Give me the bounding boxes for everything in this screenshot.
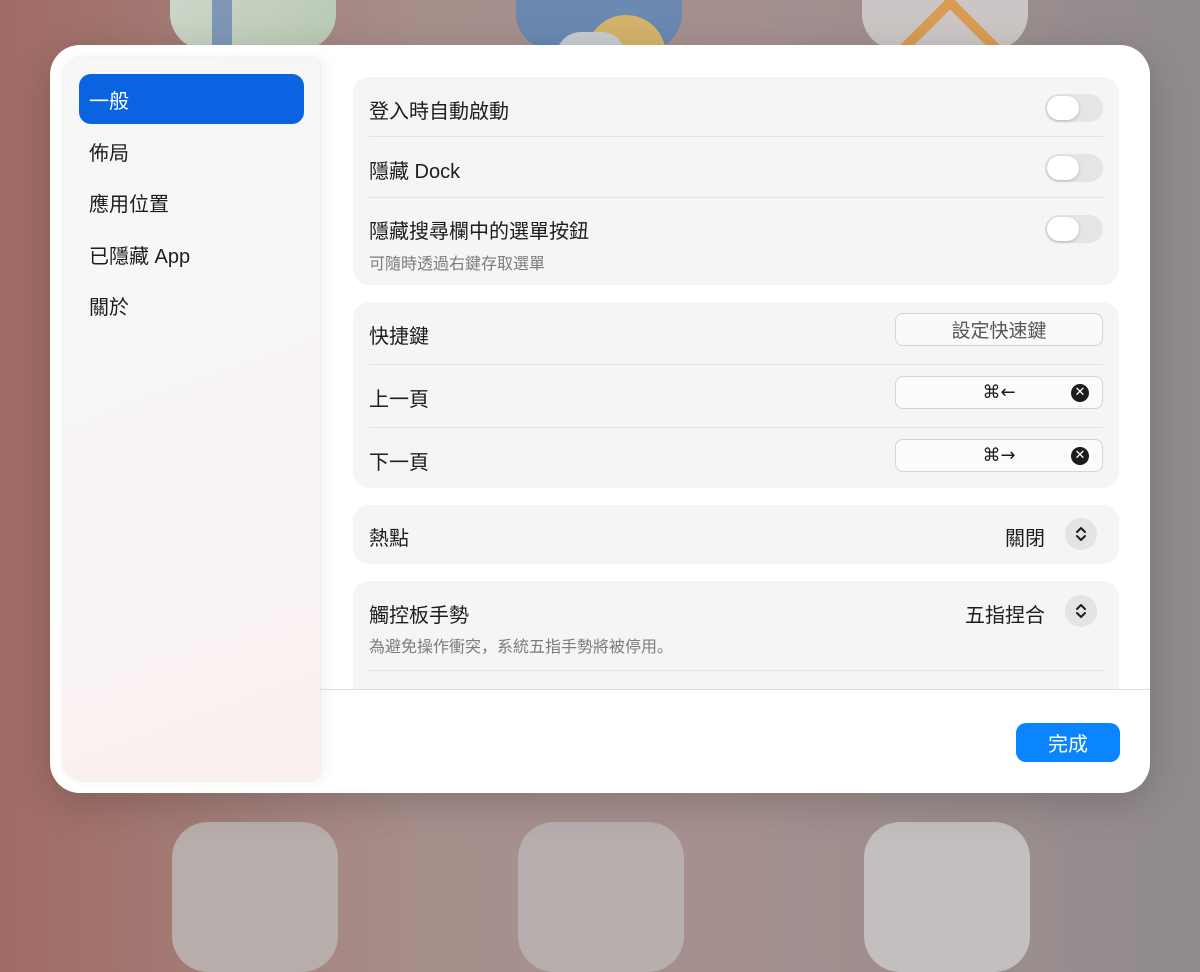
maps-app-icon: [170, 0, 336, 50]
hot-corners-group: 熱點 關閉: [353, 505, 1119, 564]
sidebar-item-hidden-apps[interactable]: 已隱藏 App: [79, 229, 304, 279]
trackpad-row: 觸控板手勢 為避免操作衝突，系統五指手勢將被停用。 五指捏合: [369, 581, 1103, 671]
weather-app-icon: [516, 0, 682, 50]
trackpad-label: 觸控板手勢: [369, 605, 469, 627]
sidebar-item-label: 關於: [89, 296, 129, 319]
auto-launch-label: 登入時自動啟動: [369, 101, 509, 123]
hot-corners-row: 熱點 關閉: [369, 505, 1103, 564]
trackpad-group: 觸控板手勢 為避免操作衝突，系統五指手勢將被停用。 五指捏合: [353, 581, 1119, 690]
chevron-up-down-icon[interactable]: [1065, 595, 1097, 627]
sidebar: 一般 佈局 應用位置 已隱藏 App 關於: [62, 57, 320, 781]
sidebar-item-label: 應用位置: [89, 193, 169, 216]
chevron-up-down-icon[interactable]: [1065, 518, 1097, 550]
shortcut-label: 快捷鍵: [369, 326, 429, 348]
next-page-shortcut-field[interactable]: ⌘→ ✕: [895, 439, 1103, 472]
settings-content: 登入時自動啟動 隱藏 Dock 隱藏搜尋欄中的選單按鈕 可隨時透過右鍵存取選單 …: [320, 45, 1150, 690]
sidebar-item-layout[interactable]: 佈局: [79, 126, 304, 176]
app-icon: [518, 822, 684, 972]
hot-corners-value[interactable]: 關閉: [1005, 522, 1045, 551]
hide-menu-button-label: 隱藏搜尋欄中的選單按鈕: [369, 221, 589, 243]
auto-launch-row: 登入時自動啟動: [369, 77, 1103, 137]
hot-corners-label: 熱點: [369, 528, 409, 550]
next-page-label: 下一頁: [369, 452, 429, 474]
sidebar-item-label: 已隱藏 App: [89, 245, 191, 268]
sidebar-item-app-location[interactable]: 應用位置: [79, 177, 304, 227]
prev-page-row: 上一頁 ⌘← ✕: [369, 365, 1103, 427]
hide-dock-label: 隱藏 Dock: [369, 161, 461, 183]
next-page-row: 下一頁 ⌘→ ✕: [369, 428, 1103, 490]
sidebar-item-label: 一般: [89, 90, 129, 113]
sidebar-item-about[interactable]: 關於: [79, 280, 304, 330]
auto-launch-toggle[interactable]: [1045, 94, 1103, 122]
hide-dock-toggle[interactable]: [1045, 154, 1103, 182]
sidebar-item-general[interactable]: 一般: [79, 74, 304, 124]
trackpad-value[interactable]: 五指捏合: [965, 599, 1045, 628]
hide-menu-button-toggle[interactable]: [1045, 215, 1103, 243]
footer-divider: [320, 689, 1150, 690]
shortcuts-group: 快捷鍵 設定快速鍵 上一頁 ⌘← ✕ 下一頁 ⌘→ ✕: [353, 302, 1119, 488]
set-shortcut-button[interactable]: 設定快速鍵: [895, 313, 1103, 346]
xmark-circle-icon[interactable]: ✕: [1071, 384, 1089, 402]
done-button[interactable]: 完成: [1016, 723, 1120, 762]
hide-menu-button-row: 隱藏搜尋欄中的選單按鈕 可隨時透過右鍵存取選單: [369, 198, 1103, 285]
settings-dialog: 一般 佈局 應用位置 已隱藏 App 關於 登入時自動啟動 隱藏 Dock 隱藏…: [50, 45, 1150, 793]
xmark-circle-icon[interactable]: ✕: [1071, 447, 1089, 465]
app-icon: [172, 822, 338, 972]
app-icon: [864, 822, 1030, 972]
shortcut-row: 快捷鍵 設定快速鍵: [369, 302, 1103, 364]
trackpad-hint: 為避免操作衝突，系統五指手勢將被停用。: [369, 639, 674, 656]
prev-page-label: 上一頁: [369, 389, 429, 411]
hide-menu-button-hint: 可隨時透過右鍵存取選單: [369, 256, 546, 273]
sidebar-item-label: 佈局: [89, 142, 129, 165]
prev-page-shortcut-field[interactable]: ⌘← ✕: [895, 376, 1103, 409]
home-app-icon: [862, 0, 1028, 50]
hide-dock-row: 隱藏 Dock: [369, 137, 1103, 197]
general-options-group: 登入時自動啟動 隱藏 Dock 隱藏搜尋欄中的選單按鈕 可隨時透過右鍵存取選單: [353, 77, 1119, 285]
